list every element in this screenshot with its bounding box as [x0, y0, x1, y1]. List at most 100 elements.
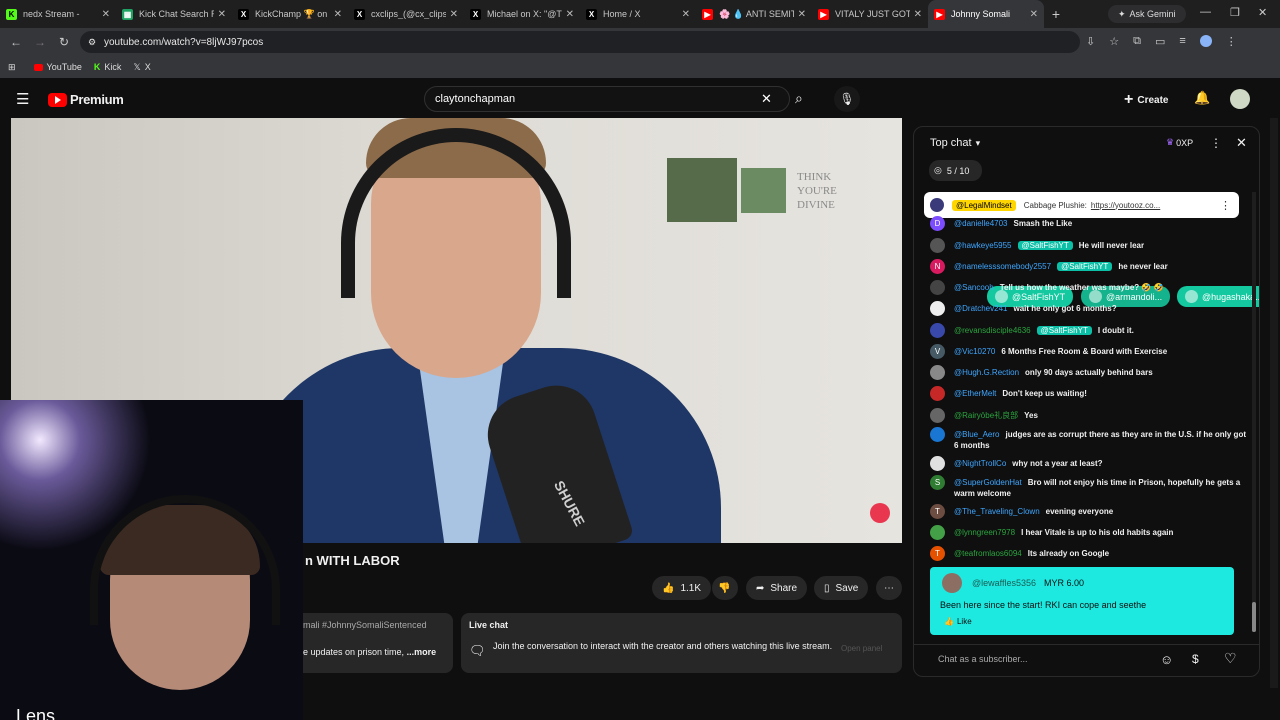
close-chat-icon[interactable]: ✕: [1236, 135, 1247, 151]
reload-button[interactable]: ↻: [52, 35, 76, 49]
close-tab-icon[interactable]: ✕: [218, 9, 226, 20]
search-input[interactable]: claytonchapman ✕: [424, 86, 790, 112]
account-avatar[interactable]: [1230, 89, 1250, 109]
bookmark-star-icon[interactable]: ☆: [1109, 35, 1119, 48]
close-window-button[interactable]: ✕: [1258, 6, 1267, 19]
browser-tab[interactable]: ▶ VITALY JUST GOT S ✕: [812, 0, 928, 28]
chat-message[interactable]: @Rairyōbe礼良部 Yes: [930, 408, 1250, 423]
notifications-bell-icon[interactable]: 🔔: [1194, 90, 1210, 106]
close-tab-icon[interactable]: ✕: [682, 9, 690, 20]
mention-badge[interactable]: @SaltFishYT: [1017, 241, 1073, 250]
chat-author[interactable]: @Rairyōbe礼良部: [954, 411, 1018, 420]
chat-message[interactable]: V @Vic10270 6 Months Free Room & Board wit…: [930, 344, 1250, 359]
install-icon[interactable]: ⇩: [1086, 35, 1095, 48]
description-more-link[interactable]: ...more: [407, 647, 437, 657]
dislike-button[interactable]: 👎: [712, 576, 738, 600]
xp-badge[interactable]: ♛ 0XP: [1166, 137, 1193, 148]
emoji-icon[interactable]: ☺: [1160, 652, 1173, 667]
more-actions-button[interactable]: ⋯: [876, 576, 902, 600]
chat-author[interactable]: @The_Traveling_Clown: [954, 507, 1040, 516]
chat-message[interactable]: @revansdisciple4636 @SaltFishYT I doubt it…: [930, 323, 1250, 338]
bookmark-youtube[interactable]: YouTube: [33, 62, 82, 72]
close-tab-icon[interactable]: ✕: [566, 9, 574, 20]
browser-tab[interactable]: ▶ Johnny Somali ✕: [928, 0, 1044, 28]
description-box[interactable]: mali #JohnnySomaliSentenced e updates on…: [303, 613, 453, 673]
site-info-icon[interactable]: ⚙: [88, 37, 96, 48]
chat-author[interactable]: @NightTrollCo: [954, 459, 1006, 468]
chat-scrollbar[interactable]: [1252, 192, 1256, 632]
reading-list-icon[interactable]: ≡: [1179, 35, 1185, 48]
search-icon[interactable]: ⌕: [795, 90, 803, 107]
chat-message[interactable]: D @danielle4703 Smash the Like: [930, 216, 1250, 231]
chat-message[interactable]: @Blue_Aero judges are as corrupt there as…: [930, 427, 1250, 451]
media-icon[interactable]: ▭: [1155, 35, 1165, 48]
mention-badge[interactable]: @SaltFishYT: [1057, 262, 1113, 271]
profile-avatar[interactable]: [1199, 35, 1212, 47]
open-panel-button[interactable]: Open panel: [841, 644, 882, 653]
chat-input[interactable]: Chat as a subscriber...: [938, 654, 1028, 664]
chat-message[interactable]: @EtherMelt Don't keep us waiting!: [930, 386, 1250, 401]
chat-author[interactable]: @Blue_Aero: [954, 430, 999, 439]
close-tab-icon[interactable]: ✕: [450, 9, 458, 20]
close-tab-icon[interactable]: ✕: [102, 9, 110, 20]
ask-gemini-button[interactable]: ✦ Ask Gemini: [1108, 5, 1186, 23]
extensions-icon[interactable]: ⧉: [1133, 35, 1141, 48]
chat-message[interactable]: @NightTrollCo why not a year at least?: [930, 456, 1250, 471]
share-button[interactable]: ➦ Share: [746, 576, 808, 600]
clear-search-icon[interactable]: ✕: [761, 91, 772, 107]
youtube-logo[interactable]: Premium: [48, 92, 124, 107]
browser-tab[interactable]: X KickChamp 🏆 on X ✕: [232, 0, 348, 28]
url-bar[interactable]: ⚙ youtube.com/watch?v=8ljWJ97pcos: [80, 31, 1080, 53]
new-tab-button[interactable]: +: [1044, 6, 1068, 22]
pinned-message[interactable]: @LegalMindset Cabbage Plushie: https://y…: [924, 192, 1239, 218]
page-scrollbar[interactable]: [1270, 118, 1278, 688]
channel-watermark[interactable]: [870, 503, 890, 523]
heart-icon[interactable]: ♡: [1224, 650, 1237, 667]
browser-tab[interactable]: Knedx Stream - ✕: [0, 0, 116, 28]
browser-tab[interactable]: Xcxclips_(@cx_clips ✕: [348, 0, 464, 28]
chat-message[interactable]: T @teafromlaos6094 Its already on Google: [930, 546, 1250, 561]
browser-tab[interactable]: X Michael on X: "@T ✕: [464, 0, 580, 28]
scrollbar-thumb[interactable]: [1252, 602, 1256, 632]
chat-author[interactable]: @EtherMelt: [954, 389, 996, 398]
browser-tab[interactable]: X Home / X ✕: [580, 0, 696, 28]
chat-mode-dropdown[interactable]: Top chat ▾: [930, 137, 980, 149]
chat-options-icon[interactable]: ⋮: [1210, 136, 1222, 150]
close-tab-icon[interactable]: ✕: [798, 9, 806, 20]
microphone-icon[interactable]: 🎙: [834, 86, 860, 112]
chat-author[interactable]: @lynngreen7978: [954, 528, 1015, 537]
chat-author[interactable]: @revansdisciple4636: [954, 326, 1031, 335]
chat-author[interactable]: @Dratchev241: [954, 304, 1007, 313]
bookmark-kick[interactable]: K Kick: [94, 62, 122, 72]
save-button[interactable]: ▯ Save: [814, 576, 869, 600]
browser-tab[interactable]: ▦ Kick Chat Search R ✕: [116, 0, 232, 28]
like-button[interactable]: 👍 1.1K: [652, 576, 712, 600]
chat-message[interactable]: S @SuperGoldenHat Bro will not enjoy his t…: [930, 475, 1250, 499]
chat-message[interactable]: T @The_Traveling_Clown evening everyone: [930, 504, 1250, 519]
chat-author[interactable]: @Vic10270: [954, 347, 995, 356]
chat-message[interactable]: @hawkeye5955 @SaltFishYT He will never lea…: [930, 238, 1250, 253]
chat-message[interactable]: @Hugh.G.Rection only 90 days actually beh…: [930, 365, 1250, 380]
chat-author[interactable]: @danielle4703: [954, 219, 1008, 228]
hamburger-menu-icon[interactable]: ☰: [16, 90, 29, 108]
bookmark-x[interactable]: 𝕏X: [133, 62, 150, 73]
close-tab-icon[interactable]: ✕: [1030, 9, 1038, 20]
chat-message[interactable]: @Sancooh Tell us how the weather was mayb…: [930, 280, 1250, 295]
chat-message[interactable]: @lynngreen7978 I hear Vitale is up to his…: [930, 525, 1250, 540]
maximize-button[interactable]: ❐: [1230, 6, 1240, 19]
chat-author[interactable]: @Hugh.G.Rection: [954, 368, 1019, 377]
mention-badge[interactable]: @SaltFishYT: [1036, 326, 1092, 335]
close-tab-icon[interactable]: ✕: [334, 9, 342, 20]
chat-author[interactable]: @teafromlaos6094: [954, 549, 1022, 558]
browser-tab[interactable]: ▶ 🌸 💧 ANTI SEMIT ✕: [696, 0, 812, 28]
chat-author[interactable]: @SuperGoldenHat: [954, 478, 1022, 487]
progress-pill[interactable]: ◎ 5 / 10: [929, 160, 982, 181]
chat-message[interactable]: N @namelesssomebody2557 @SaltFishYT he neve…: [930, 259, 1250, 274]
super-chat-icon[interactable]: $: [1192, 652, 1199, 666]
apps-icon[interactable]: ⊞: [8, 62, 16, 73]
close-tab-icon[interactable]: ✕: [914, 9, 922, 20]
pinned-link[interactable]: https://youtooz.co...: [1091, 201, 1160, 210]
superchat-like-button[interactable]: 👍 Like: [944, 617, 972, 626]
chat-author[interactable]: @namelesssomebody2557: [954, 262, 1051, 271]
chat-message[interactable]: @Dratchev241 wait he only got 6 months?: [930, 301, 1250, 316]
